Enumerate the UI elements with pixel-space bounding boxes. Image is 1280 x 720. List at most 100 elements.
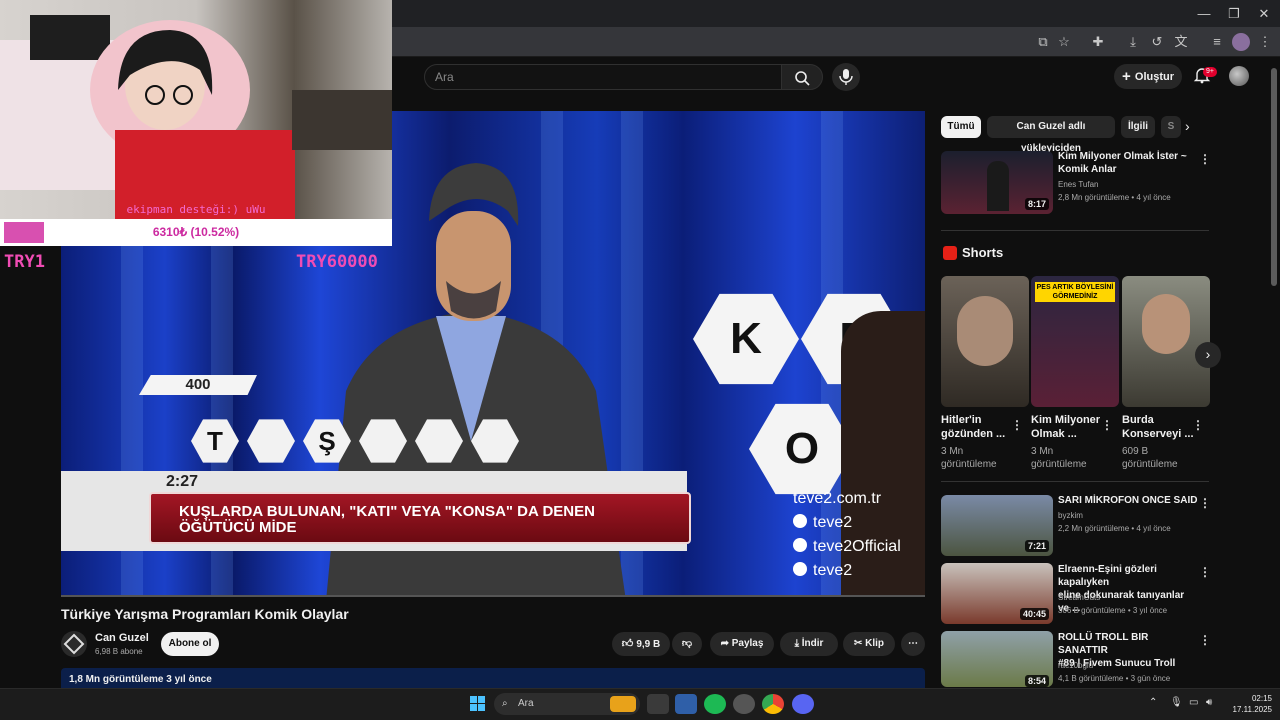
extensions-icon[interactable]: ✚ (1089, 33, 1107, 51)
video-menu-icon[interactable]: ⋮ (1199, 633, 1211, 647)
minimize-button[interactable]: — (1189, 4, 1219, 24)
chip-related[interactable]: İlgili (1121, 116, 1155, 138)
video-menu-icon[interactable]: ⋮ (1199, 565, 1211, 579)
video-thumbnail[interactable]: 8:54 (941, 631, 1053, 687)
facebook-handle: teve2 (813, 514, 853, 531)
video-thumbnail[interactable]: 7:21 (941, 495, 1053, 556)
video-menu-icon[interactable]: ⋮ (1199, 152, 1211, 166)
short-thumbnail[interactable] (1122, 276, 1210, 407)
thumbs-down-icon: 👎︎ (681, 638, 693, 649)
start-button[interactable] (467, 694, 489, 714)
video-thumbnail[interactable]: 8:17 (941, 151, 1053, 214)
short-thumbnail[interactable] (941, 276, 1029, 407)
app-icon[interactable] (733, 694, 755, 714)
restore-button[interactable]: ❐ (1219, 4, 1249, 24)
task-view-icon[interactable] (647, 694, 669, 714)
question-line-1: KUŞLARDA BULUNAN, "KATI" VEYA "KONSA" DA… (179, 503, 595, 520)
chip-from-uploader[interactable]: Can Guzel adlı yükleyiciden (987, 116, 1115, 154)
downloads-icon[interactable]: ⤓ (1124, 33, 1142, 51)
download-button[interactable]: ⤓ İndir (780, 632, 838, 656)
discord-icon[interactable] (792, 694, 814, 714)
chip-all[interactable]: Tümü (941, 116, 981, 138)
short-menu-icon[interactable]: ⋮ (1101, 418, 1113, 432)
taskbar-search[interactable]: ⌕ Ara (494, 693, 640, 715)
bookmark-star-icon[interactable]: ☆ (1055, 33, 1073, 51)
browser-menu-icon[interactable]: ⋮ (1256, 33, 1274, 51)
short-title[interactable]: Kim Milyoner Olmak ... (1031, 413, 1109, 441)
windows-logo-icon (470, 696, 485, 711)
short-title[interactable]: Hitler'in gözünden ... (941, 413, 1019, 441)
shorts-next-chevron-icon[interactable]: › (1195, 342, 1221, 368)
profile-avatar-icon[interactable] (1232, 33, 1250, 51)
search-input[interactable]: Ara (424, 64, 782, 90)
chip-truncated[interactable]: S (1161, 116, 1181, 138)
video-meta: 2,8 Mn görüntüleme • 4 yıl önce (1058, 193, 1171, 202)
video-title-link[interactable]: SARI MİKROFON ONCE SAID (1058, 494, 1198, 507)
like-button[interactable]: 👍︎ 9,9 B (612, 632, 670, 656)
network-icon[interactable]: ▭ (1189, 697, 1198, 708)
description-box[interactable]: 1,8 Mn görüntüleme 3 yıl önce (61, 668, 925, 690)
video-channel[interactable]: StreamCuts (1058, 591, 1100, 604)
subscribe-button[interactable]: Abone ol (161, 632, 219, 656)
short-title-line: Kim Milyoner (1031, 414, 1101, 426)
chrome-icon[interactable] (762, 694, 784, 714)
close-window-button[interactable]: ✕ (1249, 4, 1279, 24)
twitter-icon (793, 538, 807, 552)
short-views-line: 3 Mn (1031, 446, 1054, 457)
voice-search-button[interactable] (832, 63, 860, 91)
short-views-line: 609 B (1122, 446, 1149, 457)
system-clock[interactable]: 02:15 17.11.2025 (1222, 693, 1272, 715)
video-title-link[interactable]: Kim Milyoner Olmak İster ~ Komik Anlar (1058, 150, 1198, 176)
video-channel[interactable]: byzkim (1058, 509, 1083, 522)
video-channel[interactable]: rac10oglu (1058, 659, 1093, 672)
create-button[interactable]: + Oluştur (1114, 64, 1182, 89)
history-icon[interactable]: ↺ (1148, 33, 1166, 51)
short-views-line: görüntüleme (1031, 459, 1087, 470)
download-label: İndir (801, 638, 824, 649)
short-title-line: Olmak ... (1031, 428, 1077, 440)
video-progress-bar[interactable] (61, 595, 925, 597)
short-title[interactable]: Burda Konserveyi ... (1122, 413, 1200, 441)
notification-count-badge: 9+ (1203, 67, 1217, 77)
short-title-line: Konserveyi ... (1122, 428, 1194, 440)
translate-icon[interactable]: 文 (1172, 33, 1190, 51)
channel-avatar[interactable] (61, 631, 87, 657)
shorts-heading: Shorts (962, 245, 1004, 260)
video-meta: 306 B görüntüleme • 3 yıl önce (1058, 606, 1168, 615)
show-hidden-icons-chevron-icon[interactable]: ⌃ (1149, 697, 1157, 708)
channel-logo-icon (63, 633, 85, 655)
more-actions-button[interactable]: ⋯ (901, 632, 925, 656)
channel-name[interactable]: Can Guzel (95, 632, 149, 644)
video-title-line: SARI MİKROFON ONCE SAID (1058, 495, 1198, 506)
microphone-tray-icon[interactable]: 🎙︎ (1170, 697, 1183, 708)
spotify-icon[interactable] (704, 694, 726, 714)
dislike-button[interactable]: 👎︎ (672, 632, 702, 656)
share-button[interactable]: ➦ Paylaş (710, 632, 774, 656)
page-scrollbar[interactable] (1270, 68, 1278, 680)
more-horizontal-icon: ⋯ (908, 638, 918, 649)
short-menu-icon[interactable]: ⋮ (1192, 418, 1204, 432)
webcam-overlay: ekipman desteği:) uWu (0, 0, 392, 219)
host-silhouette (987, 161, 1009, 211)
short-menu-icon[interactable]: ⋮ (1011, 418, 1023, 432)
share-label: Paylaş (731, 638, 764, 649)
video-meta: 2,2 Mn görüntüleme • 4 yıl önce (1058, 524, 1171, 533)
account-avatar[interactable] (1229, 66, 1249, 86)
thumbs-up-icon: 👍︎ (621, 638, 637, 650)
volume-icon[interactable]: 🔊︎ (1206, 697, 1212, 708)
microsoft-store-icon[interactable] (675, 694, 697, 714)
short-views-line: görüntüleme (941, 459, 997, 470)
video-thumbnail[interactable]: 40:45 (941, 563, 1053, 624)
scrollbar-thumb[interactable] (1271, 68, 1277, 286)
video-channel[interactable]: Enes Tufan (1058, 178, 1098, 191)
reading-list-icon[interactable]: ≡ (1208, 33, 1226, 51)
install-app-icon[interactable]: ⧉ (1034, 33, 1052, 51)
chips-next-chevron-icon[interactable]: › (1185, 118, 1190, 134)
video-duration: 8:54 (1024, 675, 1049, 687)
video-menu-icon[interactable]: ⋮ (1199, 496, 1211, 510)
clip-button[interactable]: ✂ Klip (843, 632, 895, 656)
search-button[interactable] (781, 64, 823, 90)
view-count-and-date: 1,8 Mn görüntüleme 3 yıl önce (69, 674, 212, 685)
short-thumbnail[interactable]: PES ARTIK BÖYLESİNİ GÖRMEDİNİZ (1031, 276, 1119, 407)
video-title: Türkiye Yarışma Programları Komik Olayla… (61, 606, 349, 622)
